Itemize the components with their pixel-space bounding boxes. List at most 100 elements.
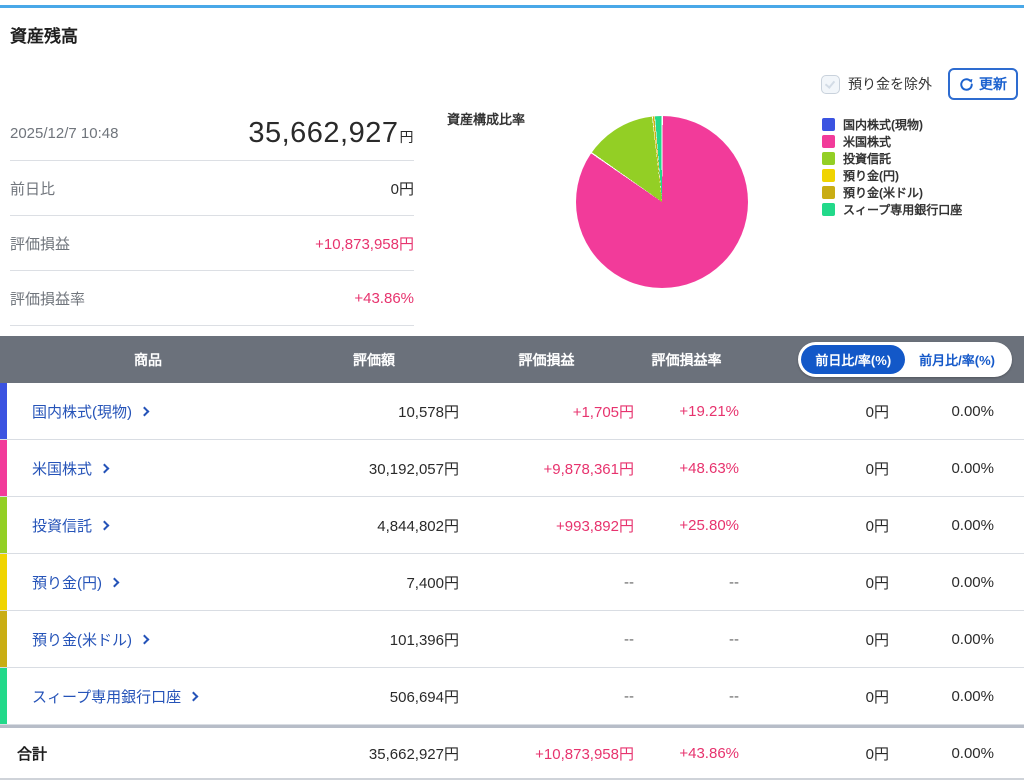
summary-row-label: 前日比 — [10, 178, 55, 199]
product-link[interactable]: 預り金(円) — [7, 572, 289, 593]
legend-item: 預り金(米ドル) — [822, 184, 962, 201]
day-change-cell: 0円 — [739, 629, 889, 650]
checkbox-icon[interactable] — [821, 75, 840, 94]
day-rate-cell: 0.00% — [889, 688, 1024, 705]
header-pl-rate: 評価損益率 — [634, 350, 739, 370]
value-cell: 506,694円 — [289, 686, 459, 707]
legend-swatch — [822, 203, 835, 216]
yen-unit: 円 — [400, 129, 415, 145]
asset-composition-pie-chart — [576, 116, 748, 288]
day-rate-cell: 0.00% — [889, 460, 1024, 477]
summary-row-label: 評価損益率 — [10, 288, 85, 309]
table-row: スィープ専用銀行口座506,694円----0円0.00% — [0, 668, 1024, 725]
summary-row: 評価損益率 +43.86% — [10, 271, 414, 326]
legend-item: 国内株式(現物) — [822, 116, 962, 133]
refresh-icon — [959, 77, 974, 92]
summary-row-label: 評価損益 — [10, 233, 70, 254]
toggle-day-change[interactable]: 前日比/率(%) — [801, 345, 905, 374]
controls-bar: 預り金を除外 更新 — [821, 68, 1018, 100]
legend-label: スィープ専用銀行口座 — [843, 201, 962, 218]
pl-cell: -- — [459, 631, 634, 648]
legend-swatch — [822, 169, 835, 182]
pl-rate-cell: +25.80% — [634, 517, 739, 534]
day-rate-cell: 0.00% — [889, 517, 1024, 534]
day-change-cell: 0円 — [739, 515, 889, 536]
total-pl-cell: +10,873,958円 — [459, 743, 634, 764]
chevron-right-icon — [110, 578, 120, 588]
asset-table: 商品 評価額 評価損益 評価損益率 前日比/率(%) 前月比/率(%) 国内株式… — [0, 336, 1024, 780]
legend-label: 米国株式 — [843, 133, 891, 150]
legend-item: 投資信託 — [822, 150, 962, 167]
summary-row: 前日比 0円 — [10, 161, 414, 216]
day-rate-cell: 0.00% — [889, 574, 1024, 591]
header-value: 評価額 — [289, 350, 459, 370]
exclude-deposit-label: 預り金を除外 — [848, 74, 932, 94]
summary-row-value: 0円 — [391, 178, 414, 199]
total-value-cell: 35,662,927円 — [289, 743, 459, 764]
value-cell: 101,396円 — [289, 629, 459, 650]
header-product: 商品 — [7, 350, 289, 370]
category-color-bar — [0, 383, 7, 439]
value-cell: 4,844,802円 — [289, 515, 459, 536]
legend-item: 米国株式 — [822, 133, 962, 150]
exclude-deposit-checkbox[interactable]: 預り金を除外 — [821, 74, 932, 94]
pl-cell: -- — [459, 688, 634, 705]
value-cell: 10,578円 — [289, 401, 459, 422]
day-change-cell: 0円 — [739, 572, 889, 593]
category-color-bar — [0, 611, 7, 667]
day-change-cell: 0円 — [739, 686, 889, 707]
chevron-right-icon — [100, 521, 110, 531]
value-cell: 30,192,057円 — [289, 458, 459, 479]
chevron-right-icon — [140, 635, 150, 645]
summary-total-row: 2025/12/7 10:48 35,662,927円 — [10, 106, 414, 161]
summary-panel: 2025/12/7 10:48 35,662,927円 前日比 0円評価損益 +10… — [10, 106, 414, 326]
summary-row-value: +10,873,958円 — [315, 233, 414, 254]
product-name: 預り金(円) — [32, 572, 102, 593]
category-color-bar — [0, 497, 7, 553]
header-pl: 評価損益 — [459, 350, 634, 370]
day-rate-cell: 0.00% — [889, 631, 1024, 648]
product-name: 投資信託 — [32, 515, 92, 536]
product-link[interactable]: スィープ専用銀行口座 — [7, 686, 289, 707]
check-icon — [825, 78, 835, 89]
toggle-month-change[interactable]: 前月比/率(%) — [905, 345, 1009, 374]
table-row: 預り金(米ドル)101,396円----0円0.00% — [0, 611, 1024, 668]
legend-label: 国内株式(現物) — [843, 116, 923, 133]
product-name: 国内株式(現物) — [32, 401, 132, 422]
summary-row: 評価損益 +10,873,958円 — [10, 216, 414, 271]
total-label: 合計 — [0, 743, 289, 764]
pl-cell: -- — [459, 574, 634, 591]
summary-row-value: +43.86% — [354, 290, 414, 307]
category-color-bar — [0, 440, 7, 496]
product-name: 預り金(米ドル) — [32, 629, 132, 650]
product-link[interactable]: 預り金(米ドル) — [7, 629, 289, 650]
table-row: 米国株式 30,192,057円+9,878,361円+48.63%0円0.00% — [0, 440, 1024, 497]
refresh-button[interactable]: 更新 — [948, 68, 1018, 100]
product-link[interactable]: 米国株式 — [7, 458, 289, 479]
product-link[interactable]: 投資信託 — [7, 515, 289, 536]
pl-cell: +993,892円 — [459, 515, 634, 536]
day-change-cell: 0円 — [739, 458, 889, 479]
total-pl-rate-cell: +43.86% — [634, 745, 739, 762]
category-color-bar — [0, 668, 7, 724]
pl-rate-cell: -- — [634, 688, 739, 705]
product-name: 米国株式 — [32, 458, 92, 479]
page-title: 資産残高 — [10, 22, 78, 47]
total-day-rate-cell: 0.00% — [889, 745, 1024, 762]
pl-rate-cell: +48.63% — [634, 460, 739, 477]
table-total-row: 合計 35,662,927円 +10,873,958円 +43.86% 0円 0… — [0, 725, 1024, 780]
legend-swatch — [822, 152, 835, 165]
pl-cell: +9,878,361円 — [459, 458, 634, 479]
pl-rate-cell: -- — [634, 574, 739, 591]
product-link[interactable]: 国内株式(現物) — [7, 401, 289, 422]
chevron-right-icon — [140, 407, 150, 417]
value-cell: 7,400円 — [289, 572, 459, 593]
pie-chart-legend: 国内株式(現物)米国株式投資信託預り金(円)預り金(米ドル)スィープ専用銀行口座 — [822, 116, 962, 218]
legend-item: 預り金(円) — [822, 167, 962, 184]
legend-swatch — [822, 118, 835, 131]
pie-chart-title: 資産構成比率 — [447, 109, 525, 128]
refresh-label: 更新 — [979, 74, 1007, 94]
as-of-datetime: 2025/12/7 10:48 — [10, 125, 118, 142]
legend-label: 預り金(米ドル) — [843, 184, 923, 201]
legend-item: スィープ専用銀行口座 — [822, 201, 962, 218]
